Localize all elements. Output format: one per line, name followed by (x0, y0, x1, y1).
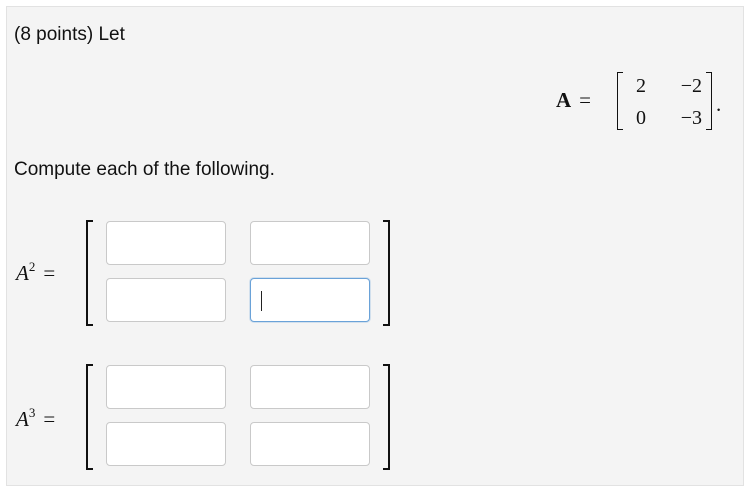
matrix-a-right-bracket (706, 72, 712, 130)
a2-cell-r1c1-input[interactable] (106, 221, 226, 265)
answer-label-a2: A2 = (16, 259, 55, 286)
a2-cell-r2c1-input[interactable] (106, 278, 226, 322)
a3-cell-r1c2-input[interactable] (250, 365, 370, 409)
answer-label-base: A (16, 261, 29, 285)
answer-label-a3: A3 = (16, 405, 55, 432)
answer-label-equals: = (43, 261, 56, 285)
matrix-a-symbol: A (556, 88, 572, 112)
a2-right-bracket (383, 220, 390, 326)
text-caret (261, 291, 262, 311)
a2-cell-r2c2-input[interactable] (250, 278, 370, 322)
matrix-a-equals: = (579, 88, 592, 112)
matrix-a-cell: −2 (680, 75, 702, 97)
a3-right-bracket (383, 364, 390, 470)
matrix-a-cell: 2 (636, 75, 646, 97)
a2-cell-r1c2-input[interactable] (250, 221, 370, 265)
answer-label-exponent: 3 (28, 405, 36, 420)
matrix-a-period: . (716, 92, 722, 116)
instruction-text: Compute each of the following. (14, 159, 275, 180)
matrix-a-cell: 0 (636, 107, 646, 129)
a3-cell-r2c2-input[interactable] (250, 422, 370, 466)
a3-cell-r2c1-input[interactable] (106, 422, 226, 466)
a3-cell-r1c1-input[interactable] (106, 365, 226, 409)
answer-label-exponent: 2 (28, 259, 36, 274)
question-intro: (8 points) Let (14, 24, 125, 45)
a3-left-bracket (86, 364, 93, 470)
answer-label-equals: = (43, 407, 56, 431)
answer-label-base: A (16, 407, 29, 431)
a2-left-bracket (86, 220, 93, 326)
matrix-a-cell: −3 (680, 107, 702, 129)
